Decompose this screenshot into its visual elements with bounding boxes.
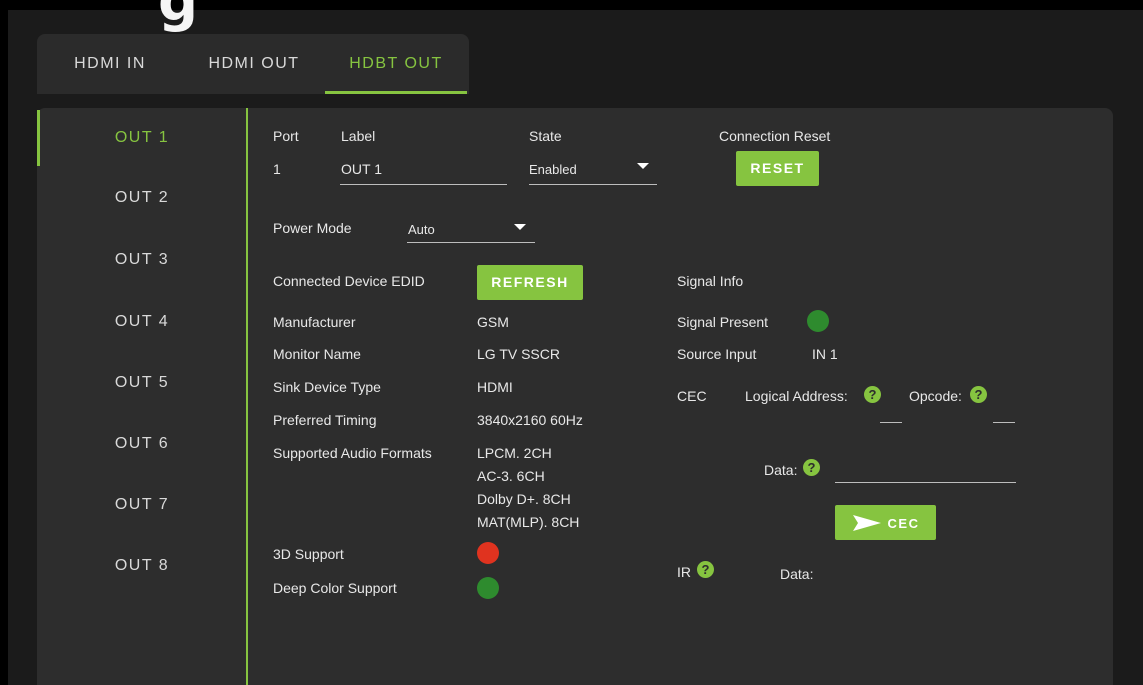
source-input-value: IN 1	[812, 346, 838, 362]
connection-reset-header: Connection Reset	[719, 128, 831, 144]
deep-color-indicator	[477, 577, 499, 599]
audio-format-item: AC-3. 6CH	[477, 468, 545, 484]
preferred-timing-value: 3840x2160 60Hz	[477, 412, 583, 428]
deep-color-label: Deep Color Support	[273, 580, 397, 596]
manufacturer-value: GSM	[477, 314, 509, 330]
tab-bar: HDMI IN HDMI OUT HDBT OUT	[37, 34, 469, 94]
edid-title: Connected Device EDID	[273, 273, 425, 289]
audio-formats-label: Supported Audio Formats	[273, 445, 432, 461]
cec-label: CEC	[677, 388, 707, 404]
state-select-underline	[529, 184, 657, 185]
tab-hdbt-out[interactable]: HDBT OUT	[325, 34, 467, 94]
state-header: State	[529, 128, 562, 144]
monitor-name-label: Monitor Name	[273, 346, 361, 362]
output-settings: Port 1 Label OUT 1 State Enabled Connect…	[248, 108, 1113, 685]
monitor-name-value: LG TV SSCR	[477, 346, 560, 362]
sidebar-item-out-6[interactable]: OUT 6	[37, 414, 247, 474]
sidebar-item-out-4[interactable]: OUT 4	[37, 292, 247, 352]
tab-hdmi-out[interactable]: HDMI OUT	[183, 34, 325, 94]
caret-down-icon[interactable]	[514, 224, 526, 230]
port-header: Port	[273, 128, 299, 144]
label-input[interactable]: OUT 1	[341, 161, 382, 177]
preferred-timing-label: Preferred Timing	[273, 412, 377, 428]
cec-data-input[interactable]	[835, 482, 1016, 483]
send-cec-button-label: CEC	[887, 515, 920, 531]
reset-button[interactable]: RESET	[736, 151, 819, 186]
power-mode-select[interactable]: Auto	[408, 222, 435, 237]
sink-type-value: HDMI	[477, 379, 513, 395]
audio-format-item: MAT(MLP). 8CH	[477, 514, 580, 530]
opcode-input[interactable]	[993, 422, 1015, 423]
help-circle-icon[interactable]: ?	[864, 386, 881, 403]
refresh-button[interactable]: REFRESH	[477, 265, 583, 300]
3d-support-indicator	[477, 542, 499, 564]
page-heading-fragment: g	[158, 0, 199, 34]
label-header: Label	[341, 128, 376, 144]
cec-data-label: Data:	[764, 462, 798, 478]
3d-support-label: 3D Support	[273, 546, 344, 562]
manufacturer-label: Manufacturer	[273, 314, 356, 330]
label-input-underline	[340, 184, 507, 185]
opcode-label: Opcode:	[909, 388, 962, 404]
send-cec-button[interactable]: CEC	[835, 505, 936, 540]
sidebar-item-out-3[interactable]: OUT 3	[37, 230, 247, 290]
logical-address-input[interactable]	[880, 422, 902, 423]
help-circle-icon[interactable]: ?	[970, 386, 987, 403]
signal-info-title: Signal Info	[677, 273, 744, 289]
signal-present-indicator	[807, 310, 829, 332]
power-mode-label: Power Mode	[273, 220, 352, 236]
sidebar-item-out-5[interactable]: OUT 5	[37, 353, 247, 413]
source-input-label: Source Input	[677, 346, 757, 362]
send-arrow-icon	[852, 515, 881, 532]
port-value: 1	[273, 161, 281, 177]
signal-present-label: Signal Present	[677, 314, 769, 330]
tab-hdmi-in[interactable]: HDMI IN	[37, 34, 183, 94]
help-circle-icon[interactable]: ?	[803, 459, 820, 476]
sink-type-label: Sink Device Type	[273, 379, 381, 395]
logical-address-label: Logical Address:	[745, 388, 848, 404]
sidebar-item-out-1[interactable]: OUT 1	[37, 108, 247, 168]
ir-label: IR	[677, 564, 691, 580]
caret-down-icon[interactable]	[637, 163, 649, 169]
state-select[interactable]: Enabled	[529, 162, 577, 177]
sidebar-item-out-2[interactable]: OUT 2	[37, 168, 247, 228]
power-mode-underline	[407, 242, 535, 243]
help-circle-icon[interactable]: ?	[697, 561, 714, 578]
ir-data-label: Data:	[780, 566, 814, 582]
sidebar-item-out-7[interactable]: OUT 7	[37, 475, 247, 535]
output-sidebar: OUT 1 OUT 2 OUT 3 OUT 4 OUT 5 OUT 6 OUT …	[37, 108, 247, 685]
audio-format-item: LPCM. 2CH	[477, 445, 552, 461]
audio-format-item: Dolby D+. 8CH	[477, 491, 571, 507]
output-panel: OUT 1 OUT 2 OUT 3 OUT 4 OUT 5 OUT 6 OUT …	[37, 108, 1113, 685]
sidebar-item-out-8[interactable]: OUT 8	[37, 536, 247, 596]
